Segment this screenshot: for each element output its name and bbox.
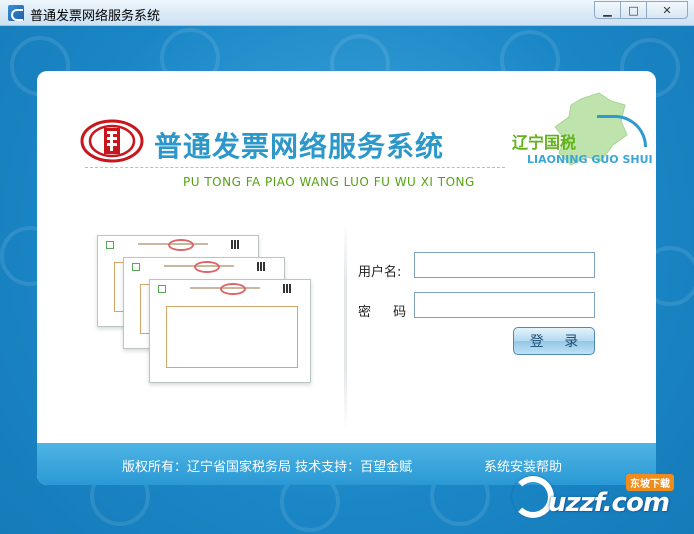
pinyin-subtitle: PU TONG FA PIAO WANG LUO FU WU XI TONG <box>183 175 475 189</box>
close-button[interactable]: ✕ <box>646 1 688 19</box>
maximize-button[interactable]: □ <box>620 1 646 19</box>
vertical-divider <box>344 221 347 431</box>
province-name: 辽宁国税 <box>512 133 577 152</box>
watermark-badge: 东坡下载 <box>626 474 674 491</box>
province-english-name: LIAONING GUO SHUI <box>527 153 653 166</box>
app-icon <box>8 5 24 21</box>
invoice-illustration <box>95 231 325 391</box>
window-controls: ▁ □ ✕ <box>594 1 688 19</box>
invoice-image <box>149 279 311 383</box>
login-button[interactable]: 登 录 <box>513 327 595 355</box>
swoosh-decoration <box>597 115 647 147</box>
username-label: 用户名: <box>358 265 402 280</box>
watermark-text: uzzf.com <box>548 488 670 518</box>
tax-emblem-icon <box>80 119 144 163</box>
page-title: 普通发票网络服务系统 <box>154 130 445 163</box>
title-divider <box>85 167 505 168</box>
copyright-text: 版权所有：辽宁省国家税务局 技术支持：百望金赋 <box>122 460 413 475</box>
password-input[interactable] <box>414 292 595 318</box>
login-panel: 普通发票网络服务系统 PU TONG FA PIAO WANG LUO FU W… <box>37 71 656 485</box>
minimize-button[interactable]: ▁ <box>594 1 620 19</box>
title-bar[interactable]: 普通发票网络服务系统 ▁ □ ✕ <box>0 0 694 26</box>
username-input[interactable] <box>414 252 595 278</box>
site-watermark: uzzf.com 东坡下载 <box>508 470 688 526</box>
window-title: 普通发票网络服务系统 <box>30 9 161 24</box>
